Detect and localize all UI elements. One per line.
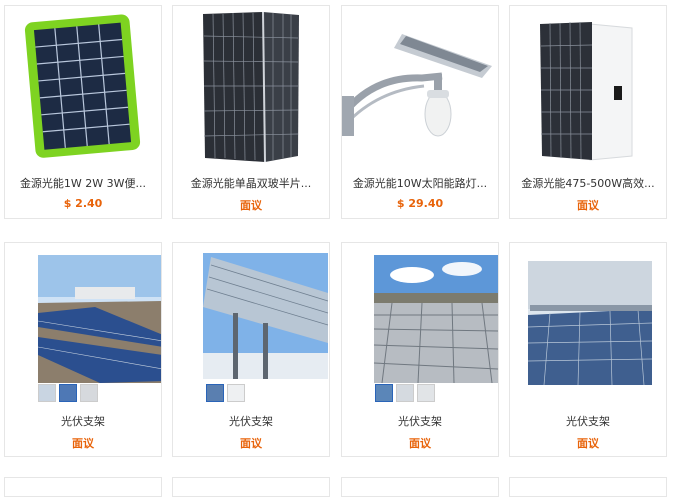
product-image[interactable] bbox=[510, 243, 666, 403]
thumbnail[interactable] bbox=[375, 384, 393, 402]
product-title[interactable]: 光伏支架 bbox=[179, 413, 323, 429]
thumbnail[interactable] bbox=[417, 384, 435, 402]
product-title[interactable]: 光伏支架 bbox=[516, 413, 660, 429]
product-title[interactable]: 光伏支架 bbox=[11, 413, 155, 429]
product-image[interactable] bbox=[510, 6, 666, 166]
product-image[interactable] bbox=[5, 6, 161, 166]
product-card[interactable]: 金源光能1W 2W 3W便... $ 2.40 bbox=[4, 5, 162, 219]
product-card[interactable]: 光伏支架 面议 bbox=[172, 242, 330, 457]
product-price: 面议 bbox=[409, 437, 431, 450]
product-price: 面议 bbox=[240, 437, 262, 450]
product-price: 面议 bbox=[577, 437, 599, 450]
product-price: $ 29.40 bbox=[396, 197, 444, 210]
product-card[interactable]: 光伏支架 面议 bbox=[4, 242, 162, 457]
product-title[interactable]: 金源光能475-500W高效... bbox=[516, 175, 660, 191]
product-title[interactable]: 金源光能单晶双玻半片... bbox=[179, 175, 323, 191]
thumbnail[interactable] bbox=[396, 384, 414, 402]
product-image[interactable] bbox=[342, 243, 498, 403]
thumbnail[interactable] bbox=[206, 384, 224, 402]
product-price: 面议 bbox=[72, 437, 94, 450]
product-price: 面议 bbox=[577, 199, 599, 212]
product-title[interactable]: 金源光能10W太阳能路灯... bbox=[348, 175, 492, 191]
thumbnail[interactable] bbox=[38, 384, 56, 402]
thumbnail[interactable] bbox=[59, 384, 77, 402]
product-card[interactable] bbox=[4, 477, 162, 497]
product-image[interactable] bbox=[5, 243, 161, 403]
product-card[interactable]: 光伏支架 面议 bbox=[509, 242, 667, 457]
thumbnail[interactable] bbox=[227, 384, 245, 402]
product-image[interactable] bbox=[173, 6, 329, 166]
product-image[interactable] bbox=[173, 243, 329, 403]
product-price: 面议 bbox=[240, 199, 262, 212]
product-card[interactable] bbox=[509, 477, 667, 497]
product-card[interactable]: 金源光能单晶双玻半片... 面议 bbox=[172, 5, 330, 219]
product-card[interactable]: 金源光能10W太阳能路灯... $ 29.40 bbox=[341, 5, 499, 219]
product-title[interactable]: 金源光能1W 2W 3W便... bbox=[11, 175, 155, 191]
product-card[interactable] bbox=[172, 477, 330, 497]
product-title[interactable]: 光伏支架 bbox=[348, 413, 492, 429]
product-card[interactable]: 金源光能475-500W高效... 面议 bbox=[509, 5, 667, 219]
thumbnail[interactable] bbox=[80, 384, 98, 402]
product-image[interactable] bbox=[342, 6, 498, 166]
product-price: $ 2.40 bbox=[63, 197, 103, 210]
product-card[interactable]: 光伏支架 面议 bbox=[341, 242, 499, 457]
product-card[interactable] bbox=[341, 477, 499, 497]
